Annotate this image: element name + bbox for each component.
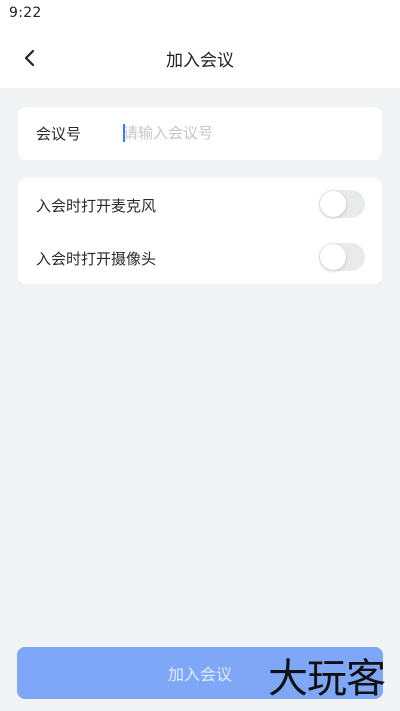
text-cursor: [123, 124, 125, 142]
meeting-id-input[interactable]: [123, 119, 368, 147]
microphone-toggle[interactable]: [319, 190, 365, 218]
toggle-knob: [320, 244, 346, 270]
status-bar: 9:22: [0, 0, 400, 28]
meeting-id-card: 会议号: [18, 107, 382, 160]
page-title: 加入会议: [166, 51, 234, 71]
status-time: 9:22: [9, 5, 42, 21]
nav-bar: 加入会议: [0, 28, 400, 88]
join-meeting-label: 加入会议: [167, 665, 232, 684]
watermark: 大玩客: [268, 656, 386, 702]
option-label-microphone: 入会时打开麦克风: [36, 197, 157, 215]
toggle-knob: [320, 191, 346, 217]
option-label-camera: 入会时打开摄像头: [36, 250, 157, 268]
camera-toggle[interactable]: [319, 243, 365, 271]
join-options-card: 入会时打开麦克风 入会时打开摄像头: [18, 178, 382, 284]
option-row-microphone: 入会时打开麦克风: [18, 178, 382, 231]
meeting-id-label: 会议号: [36, 125, 82, 143]
option-row-camera: 入会时打开摄像头: [18, 231, 382, 284]
